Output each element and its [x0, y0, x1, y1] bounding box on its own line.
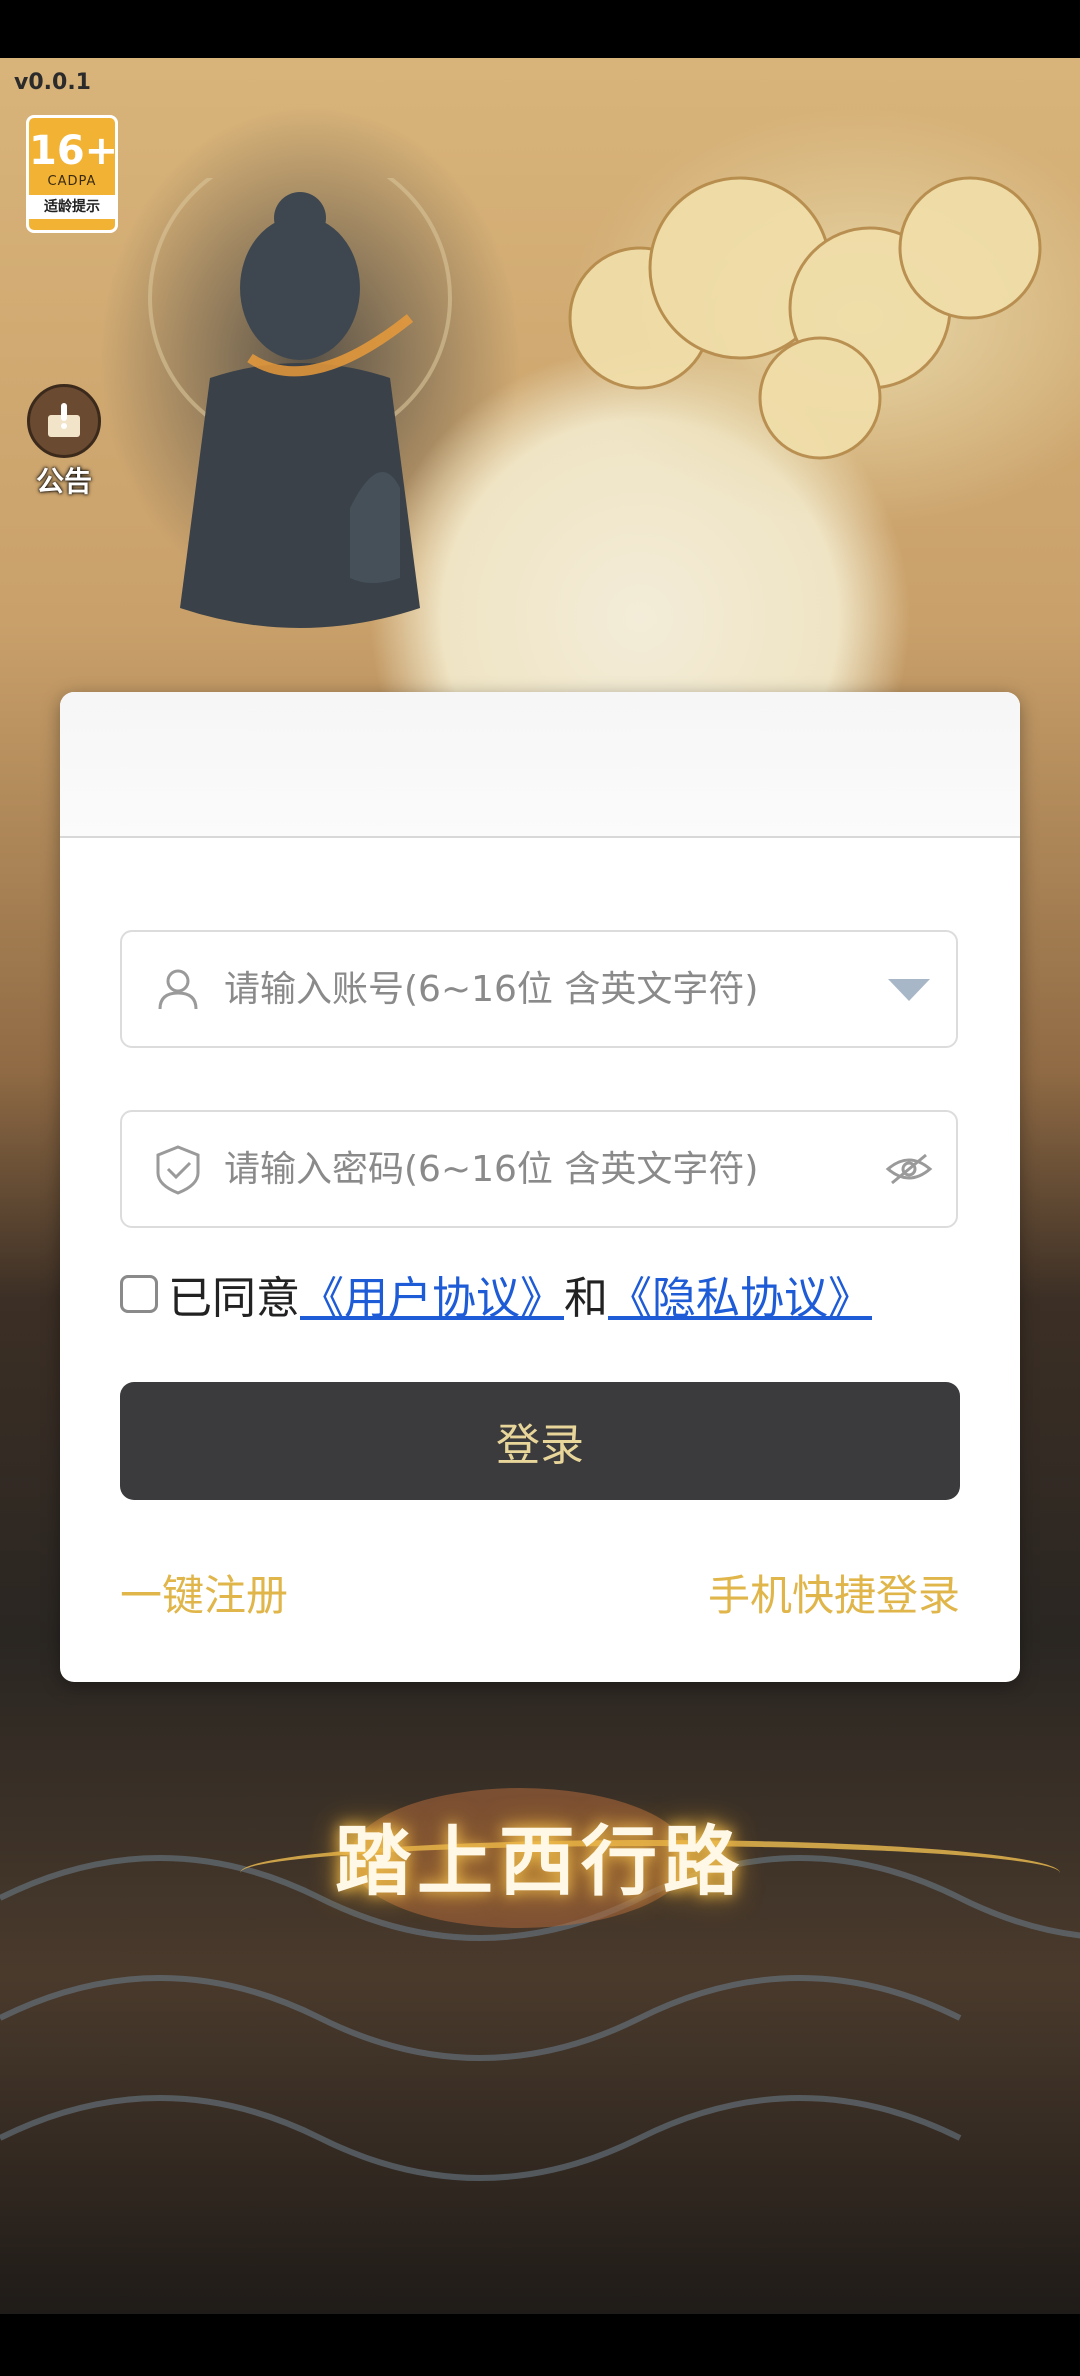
- one-click-register-link[interactable]: 一键注册: [120, 1562, 288, 1623]
- game-slogan: 踏上西行路: [335, 1817, 745, 1906]
- cloud-decoration: [568, 176, 1042, 460]
- login-card: 已同意 《用户协议》 和 《隐私协议》 登录 一键注册 手机快捷登录: [60, 692, 1020, 1682]
- account-input[interactable]: [222, 958, 884, 1020]
- privacy-agreement-link[interactable]: 《隐私协议》: [608, 1262, 872, 1326]
- age-rating-tip: 适龄提示: [29, 195, 115, 219]
- app-version: v0.0.1: [14, 70, 91, 95]
- dropdown-arrow-icon[interactable]: [884, 969, 934, 1009]
- wave-decoration: [0, 1788, 1080, 2181]
- login-button[interactable]: 登录: [120, 1382, 960, 1500]
- age-rating-number: 16+: [29, 128, 118, 174]
- eye-hidden-icon[interactable]: [884, 1149, 934, 1189]
- buddha-illustration: [148, 178, 452, 628]
- age-rating-org: CADPA: [47, 174, 97, 189]
- shield-icon: [156, 1145, 200, 1195]
- age-rating-badge[interactable]: 16+ CADPA 适龄提示: [26, 115, 118, 233]
- user-agreement-link[interactable]: 《用户协议》: [300, 1262, 564, 1326]
- notice-icon: [27, 384, 101, 458]
- notice-button[interactable]: 公告: [14, 384, 114, 500]
- user-icon: [158, 969, 198, 1010]
- agreement-row: 已同意 《用户协议》 和 《隐私协议》: [120, 1264, 872, 1324]
- account-field[interactable]: [120, 930, 958, 1048]
- agree-checkbox[interactable]: [120, 1275, 158, 1313]
- status-bar-top: [0, 0, 1080, 58]
- notice-label: 公告: [35, 465, 92, 498]
- and-text: 和: [564, 1273, 608, 1324]
- login-card-header: [60, 692, 1020, 838]
- phone-quick-login-link[interactable]: 手机快捷登录: [708, 1562, 960, 1623]
- password-input[interactable]: [222, 1138, 884, 1200]
- navigation-bar-bottom: [0, 2314, 1080, 2376]
- agree-text: 已同意: [168, 1273, 300, 1324]
- password-field[interactable]: [120, 1110, 958, 1228]
